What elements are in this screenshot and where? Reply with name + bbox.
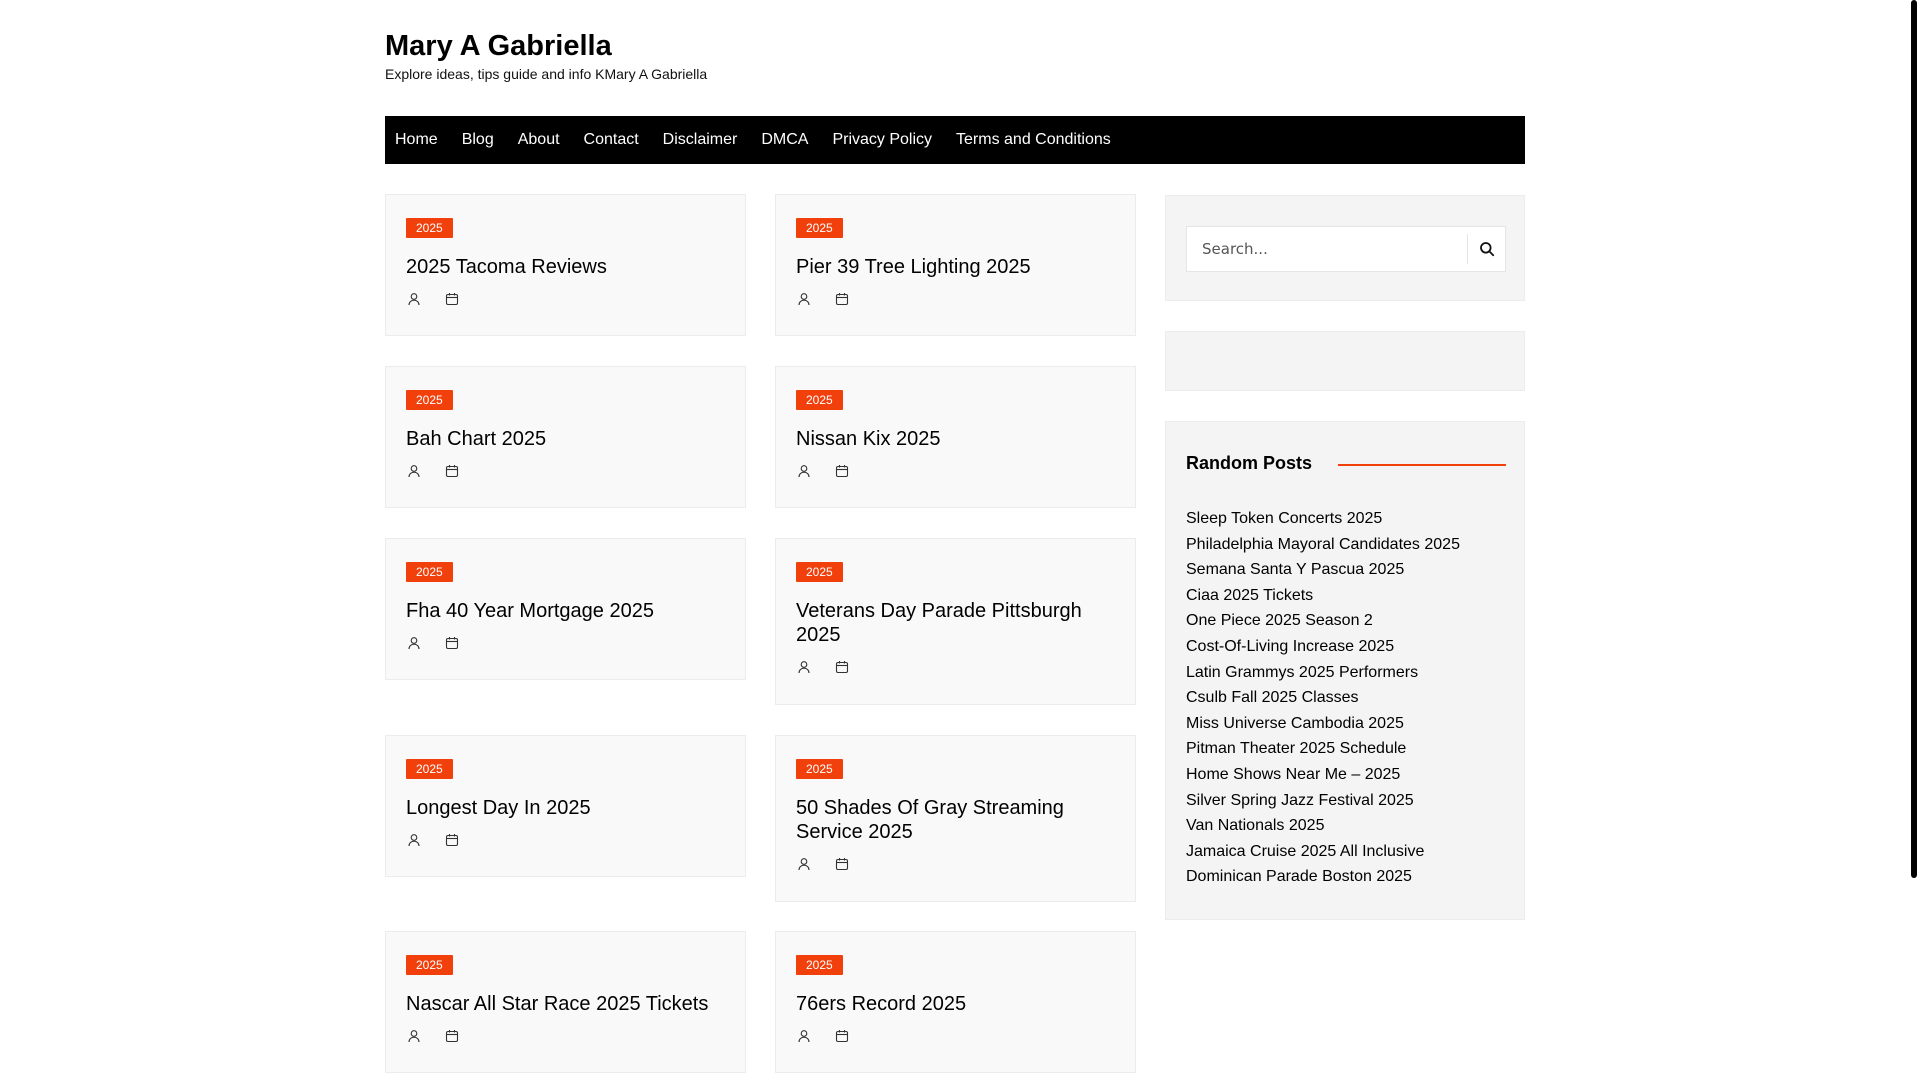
random-post-link[interactable]: Miss Universe Cambodia 2025: [1186, 711, 1460, 737]
nav-item-disclaimer[interactable]: Disclaimer: [663, 116, 738, 164]
category-badge[interactable]: 2025: [406, 390, 453, 410]
nav-item-about[interactable]: About: [518, 116, 560, 164]
nav-item-privacy-policy[interactable]: Privacy Policy: [832, 116, 932, 164]
calendar-icon[interactable]: [444, 463, 460, 484]
main-navigation: Home Blog About Contact Disclaimer DMCA …: [385, 116, 1525, 164]
random-post-link[interactable]: Silver Spring Jazz Festival 2025: [1186, 788, 1460, 814]
nav-item-dmca[interactable]: DMCA: [761, 116, 808, 164]
category-badge[interactable]: 2025: [406, 218, 453, 238]
user-icon[interactable]: [406, 291, 422, 312]
post-title[interactable]: 76ers Record 2025: [796, 992, 1115, 1016]
post-card: 2025 76ers Record 2025: [775, 931, 1136, 1073]
calendar-icon[interactable]: [444, 635, 460, 656]
random-post-link[interactable]: One Piece 2025 Season 2: [1186, 608, 1460, 634]
category-badge[interactable]: 2025: [796, 759, 843, 779]
post-meta: [406, 635, 460, 656]
random-post-link[interactable]: Home Shows Near Me – 2025: [1186, 762, 1460, 788]
random-posts-list: Sleep Token Concerts 2025 Philadelphia M…: [1186, 506, 1460, 890]
calendar-icon[interactable]: [834, 291, 850, 312]
post-card: 2025 Nascar All Star Race 2025 Tickets: [385, 931, 746, 1073]
post-meta: [406, 1028, 460, 1049]
search-form: [1186, 226, 1506, 272]
random-post-link[interactable]: Semana Santa Y Pascua 2025: [1186, 557, 1460, 583]
category-badge[interactable]: 2025: [796, 562, 843, 582]
page-scrollbar[interactable]: [1911, 0, 1917, 878]
post-title[interactable]: Nascar All Star Race 2025 Tickets: [406, 992, 725, 1016]
random-posts-widget: Random Posts Sleep Token Concerts 2025 P…: [1165, 421, 1525, 920]
post-title[interactable]: 2025 Tacoma Reviews: [406, 255, 725, 279]
post-title[interactable]: 50 Shades Of Gray Streaming Service 2025: [796, 796, 1115, 844]
post-card: 2025 2025 Tacoma Reviews: [385, 194, 746, 336]
post-meta: [796, 856, 850, 877]
post-title[interactable]: Veterans Day Parade Pittsburgh 2025: [796, 599, 1115, 647]
random-post-link[interactable]: Van Nationals 2025: [1186, 813, 1460, 839]
post-meta: [406, 291, 460, 312]
post-card: 2025 Pier 39 Tree Lighting 2025: [775, 194, 1136, 336]
nav-item-home[interactable]: Home: [395, 116, 438, 164]
widget-title: Random Posts: [1186, 453, 1313, 473]
user-icon[interactable]: [796, 659, 812, 680]
post-title[interactable]: Fha 40 Year Mortgage 2025: [406, 599, 725, 623]
user-icon[interactable]: [406, 463, 422, 484]
category-badge[interactable]: 2025: [796, 955, 843, 975]
post-card: 2025 Fha 40 Year Mortgage 2025: [385, 538, 746, 680]
random-post-link[interactable]: Csulb Fall 2025 Classes: [1186, 685, 1460, 711]
user-icon[interactable]: [796, 856, 812, 877]
post-meta: [796, 463, 850, 484]
user-icon[interactable]: [406, 832, 422, 853]
post-card: 2025 Longest Day In 2025: [385, 735, 746, 877]
site-description: Explore ideas, tips guide and info KMary…: [385, 66, 708, 82]
calendar-icon[interactable]: [834, 659, 850, 680]
user-icon[interactable]: [406, 1028, 422, 1049]
random-post-link[interactable]: Pitman Theater 2025 Schedule: [1186, 736, 1460, 762]
search-button[interactable]: [1467, 234, 1505, 264]
random-post-link[interactable]: Cost-Of-Living Increase 2025: [1186, 634, 1460, 660]
random-post-link[interactable]: Ciaa 2025 Tickets: [1186, 583, 1460, 609]
calendar-icon[interactable]: [444, 1028, 460, 1049]
post-meta: [406, 463, 460, 484]
post-meta: [796, 659, 850, 680]
widget-title-underline: [1338, 464, 1506, 466]
post-meta: [406, 832, 460, 853]
category-badge[interactable]: 2025: [406, 562, 453, 582]
site-header: Mary A Gabriella Explore ideas, tips gui…: [385, 28, 707, 84]
category-badge[interactable]: 2025: [796, 218, 843, 238]
search-icon: [1479, 242, 1494, 257]
post-card: 2025 50 Shades Of Gray Streaming Service…: [775, 735, 1136, 902]
calendar-icon[interactable]: [834, 1028, 850, 1049]
category-badge[interactable]: 2025: [406, 759, 453, 779]
random-post-link[interactable]: Philadelphia Mayoral Candidates 2025: [1186, 532, 1460, 558]
post-meta: [796, 1028, 850, 1049]
site-title[interactable]: Mary A Gabriella: [385, 28, 707, 64]
category-badge[interactable]: 2025: [406, 955, 453, 975]
post-title[interactable]: Longest Day In 2025: [406, 796, 725, 820]
post-card: 2025 Bah Chart 2025: [385, 366, 746, 508]
user-icon[interactable]: [796, 1028, 812, 1049]
post-card: 2025 Veterans Day Parade Pittsburgh 2025: [775, 538, 1136, 705]
calendar-icon[interactable]: [834, 463, 850, 484]
post-title[interactable]: Nissan Kix 2025: [796, 427, 1115, 451]
category-badge[interactable]: 2025: [796, 390, 843, 410]
calendar-icon[interactable]: [444, 291, 460, 312]
post-meta: [796, 291, 850, 312]
random-post-link[interactable]: Dominican Parade Boston 2025: [1186, 864, 1460, 890]
user-icon[interactable]: [796, 463, 812, 484]
user-icon[interactable]: [796, 291, 812, 312]
nav-item-contact[interactable]: Contact: [584, 116, 639, 164]
post-title[interactable]: Bah Chart 2025: [406, 427, 725, 451]
nav-item-terms-and-conditions[interactable]: Terms and Conditions: [956, 116, 1111, 164]
calendar-icon[interactable]: [834, 856, 850, 877]
search-input[interactable]: [1187, 227, 1467, 271]
random-post-link[interactable]: Latin Grammys 2025 Performers: [1186, 660, 1460, 686]
widget-header: Random Posts: [1186, 452, 1506, 474]
post-card: 2025 Nissan Kix 2025: [775, 366, 1136, 508]
search-widget: [1165, 195, 1525, 301]
random-post-link[interactable]: Sleep Token Concerts 2025: [1186, 506, 1460, 532]
user-icon[interactable]: [406, 635, 422, 656]
random-post-link[interactable]: Jamaica Cruise 2025 All Inclusive: [1186, 839, 1460, 865]
post-title[interactable]: Pier 39 Tree Lighting 2025: [796, 255, 1115, 279]
calendar-icon[interactable]: [444, 832, 460, 853]
empty-widget: [1165, 331, 1525, 391]
nav-item-blog[interactable]: Blog: [462, 116, 494, 164]
